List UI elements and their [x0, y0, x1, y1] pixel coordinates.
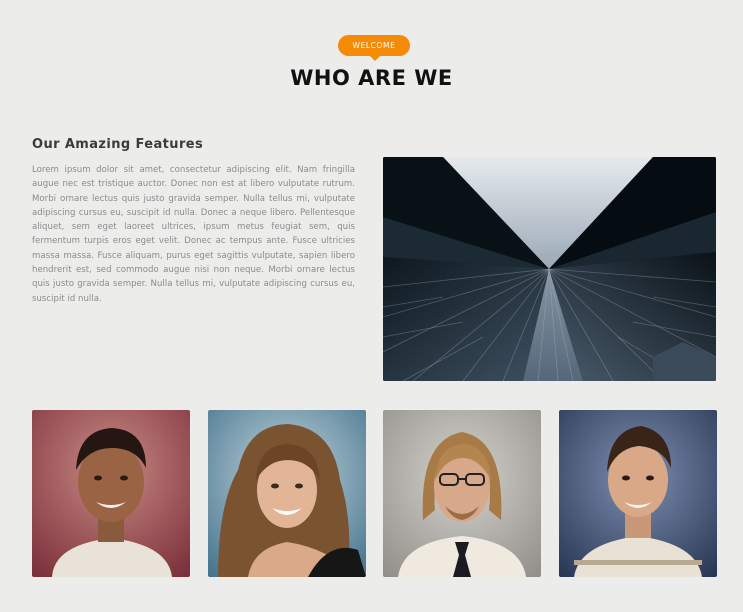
section-title: WHO ARE WE: [290, 66, 453, 90]
team-member-3: [383, 410, 541, 577]
welcome-badge: WELCOME: [338, 35, 410, 61]
team-member-4: [559, 410, 717, 577]
features-text: Lorem ipsum dolor sit amet, consectetur …: [32, 165, 355, 304]
features-heading: Our Amazing Features: [32, 137, 204, 152]
team-member-1: [32, 410, 190, 577]
team-member-2: [208, 410, 366, 577]
skyscraper-photo: [383, 157, 716, 381]
